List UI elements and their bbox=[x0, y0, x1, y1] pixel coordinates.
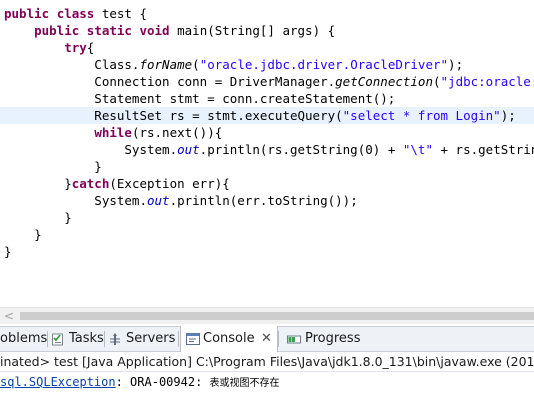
code-token: test { bbox=[94, 6, 148, 21]
tab-separator bbox=[104, 331, 105, 347]
code-token: "\t" bbox=[402, 142, 433, 157]
code-line[interactable]: Statement stmt = conn.createStatement(); bbox=[0, 90, 534, 107]
code-line[interactable]: public static void main(String[] args) { bbox=[0, 22, 534, 39]
code-token: "jdbc:oracle:thin: bbox=[440, 74, 534, 89]
code-token: .println(err.toString()); bbox=[169, 193, 358, 208]
tab-separator bbox=[178, 331, 179, 347]
code-token: ); bbox=[500, 108, 516, 123]
code-line[interactable]: }catch(Exception err){ bbox=[0, 175, 534, 192]
code-token: public bbox=[34, 23, 80, 38]
exception-link[interactable]: sql.SQLException bbox=[0, 375, 116, 389]
code-token: getConnection bbox=[335, 74, 433, 89]
code-line[interactable]: public class test { bbox=[0, 5, 534, 22]
code-token: { bbox=[86, 40, 95, 55]
code-token: static bbox=[86, 23, 132, 38]
code-token: out bbox=[147, 193, 170, 208]
eclipse-window: public class test { public static void m… bbox=[0, 0, 534, 414]
progress-icon bbox=[287, 335, 301, 344]
code-token: ( bbox=[432, 74, 441, 89]
console-icon bbox=[186, 333, 200, 345]
code-token: ); bbox=[448, 57, 464, 72]
tab-problems-label: oblems bbox=[0, 331, 48, 346]
code-token: forName bbox=[139, 57, 193, 72]
code-line[interactable]: } bbox=[0, 209, 534, 226]
editor-horizontal-scrollbar[interactable]: < bbox=[0, 307, 534, 324]
code-token: } bbox=[4, 244, 12, 259]
tab-progress-label: Progress bbox=[305, 331, 361, 346]
code-token: ResultSet rs = stmt.executeQuery( bbox=[4, 108, 343, 123]
bottom-panel-tab-bar: oblems Tasks Servers Console ✕ Progress bbox=[0, 326, 534, 352]
tab-tasks-label: Tasks bbox=[69, 331, 104, 346]
code-line[interactable]: try{ bbox=[0, 39, 534, 56]
code-token: void bbox=[139, 23, 170, 38]
code-line[interactable]: } bbox=[0, 158, 534, 175]
tab-servers[interactable]: Servers bbox=[108, 327, 178, 351]
code-editor[interactable]: public class test { public static void m… bbox=[0, 0, 534, 307]
tab-separator bbox=[278, 331, 279, 347]
code-token: } bbox=[4, 176, 72, 191]
code-line[interactable]: } bbox=[0, 226, 534, 243]
code-token: (Exception err){ bbox=[109, 176, 230, 191]
code-token: (rs.next()){ bbox=[131, 125, 223, 140]
code-token: } bbox=[4, 159, 102, 174]
code-line[interactable]: Connection conn = DriverManager.getConne… bbox=[0, 73, 534, 90]
code-token: System. bbox=[4, 193, 147, 208]
code-token: while bbox=[94, 125, 132, 140]
tab-tasks[interactable]: Tasks bbox=[51, 327, 104, 351]
code-token: out bbox=[177, 142, 200, 157]
error-message: 表或视图不存在 bbox=[209, 378, 280, 389]
code-token: class bbox=[56, 6, 95, 21]
code-token: public bbox=[4, 6, 50, 21]
tab-progress[interactable]: Progress bbox=[287, 327, 367, 351]
tab-servers-label: Servers bbox=[126, 331, 176, 346]
code-token: "oracle.jdbc.driver.OracleDriver" bbox=[199, 57, 449, 72]
tab-problems[interactable]: oblems bbox=[0, 327, 48, 351]
code-line[interactable]: } bbox=[0, 243, 534, 260]
exception-detail: : ORA-00942: bbox=[115, 375, 210, 389]
servers-icon bbox=[110, 333, 120, 345]
code-token: Class. bbox=[4, 57, 140, 72]
tasks-icon bbox=[52, 333, 63, 346]
code-line[interactable]: System.out.println(err.toString()); bbox=[0, 192, 534, 209]
console-output[interactable]: sql.SQLException: ORA-00942: 表或视图不存在 bbox=[0, 372, 534, 414]
code-line[interactable]: while(rs.next()){ bbox=[0, 124, 534, 141]
code-line[interactable]: Class.forName("oracle.jdbc.driver.Oracle… bbox=[0, 56, 534, 73]
code-token: } bbox=[4, 227, 42, 242]
close-icon[interactable]: ✕ bbox=[261, 326, 272, 352]
code-token: Connection conn = DriverManager. bbox=[4, 74, 336, 89]
code-token: main(String[] args) { bbox=[169, 23, 336, 38]
scroll-left-arrow-icon[interactable]: < bbox=[2, 309, 16, 323]
code-token: ( bbox=[192, 57, 200, 72]
code-token: try bbox=[64, 40, 87, 55]
scrollbar-thumb[interactable] bbox=[20, 312, 534, 320]
code-token: catch bbox=[71, 176, 110, 191]
code-line[interactable]: System.out.println(rs.getString(0) + "\t… bbox=[0, 141, 534, 158]
code-token: } bbox=[4, 210, 72, 225]
code-token: .println(rs.getString(0) + bbox=[199, 142, 403, 157]
tab-console[interactable]: Console ✕ bbox=[180, 326, 278, 352]
code-token: Statement stmt = conn.createStatement(); bbox=[4, 91, 396, 106]
tab-separator bbox=[47, 331, 48, 347]
tab-console-label: Console bbox=[203, 331, 255, 346]
console-output-line: sql.SQLException: ORA-00942: 表或视图不存在 bbox=[0, 373, 280, 393]
code-token: "select * from Login" bbox=[342, 108, 501, 123]
code-token: + rs.getString(1)) bbox=[440, 142, 534, 157]
code-line[interactable]: ResultSet rs = stmt.executeQuery("select… bbox=[0, 107, 534, 124]
console-process-header: inated> test [Java Application] C:\Progr… bbox=[0, 352, 534, 372]
code-token: System. bbox=[4, 142, 178, 157]
